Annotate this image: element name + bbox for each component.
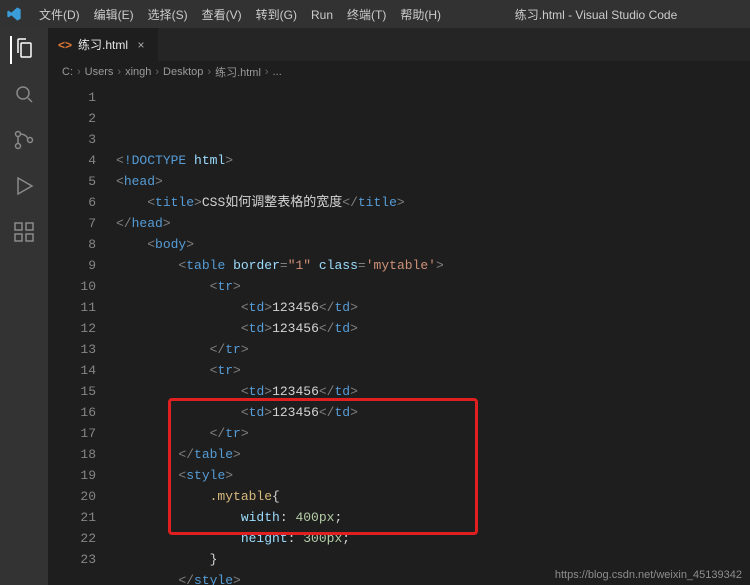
tab-file[interactable]: <> 练习.html × [48, 28, 158, 61]
line-number: 5 [48, 171, 96, 192]
tab-bar: <> 练习.html × [48, 28, 750, 61]
line-number: 23 [48, 549, 96, 570]
menu-item[interactable]: 转到(G) [249, 8, 304, 22]
menu-item[interactable]: 文件(D) [32, 8, 87, 22]
code-line[interactable]: width: 400px; [116, 507, 750, 528]
tab-label: 练习.html [78, 36, 128, 53]
code-line[interactable]: height: 300px; [116, 528, 750, 549]
line-number: 2 [48, 108, 96, 129]
line-number: 13 [48, 339, 96, 360]
menu-bar: 文件(D)编辑(E)选择(S)查看(V)转到(G)Run终端(T)帮助(H) 练… [0, 0, 750, 28]
line-number: 6 [48, 192, 96, 213]
code-line[interactable]: </table> [116, 444, 750, 465]
line-number: 9 [48, 255, 96, 276]
menu-item[interactable]: 终端(T) [340, 8, 393, 22]
extensions-icon[interactable] [12, 220, 36, 248]
breadcrumb[interactable]: C:›Users›xingh›Desktop›练习.html›... [48, 61, 750, 83]
breadcrumb-separator: › [265, 66, 269, 78]
line-number: 10 [48, 276, 96, 297]
line-number: 8 [48, 234, 96, 255]
code-line[interactable]: <td>123456</td> [116, 297, 750, 318]
line-number: 22 [48, 528, 96, 549]
breadcrumb-item[interactable]: xingh [125, 66, 151, 78]
line-number: 14 [48, 360, 96, 381]
vscode-logo-icon [6, 6, 22, 22]
breadcrumb-separator: › [117, 66, 121, 78]
breadcrumb-separator: › [155, 66, 159, 78]
line-number: 15 [48, 381, 96, 402]
search-icon[interactable] [12, 82, 36, 110]
line-number: 12 [48, 318, 96, 339]
source-control-icon[interactable] [12, 128, 36, 156]
line-number: 7 [48, 213, 96, 234]
menu-item[interactable]: 帮助(H) [393, 8, 448, 22]
line-number: 1 [48, 87, 96, 108]
breadcrumb-item[interactable]: ... [273, 66, 282, 78]
breadcrumb-item[interactable]: Desktop [163, 66, 203, 78]
menu-item[interactable]: 选择(S) [141, 8, 195, 22]
code-line[interactable]: <head> [116, 171, 750, 192]
line-number: 11 [48, 297, 96, 318]
code-line[interactable]: <td>123456</td> [116, 381, 750, 402]
breadcrumb-item[interactable]: Users [85, 66, 114, 78]
close-icon[interactable]: × [134, 38, 148, 52]
code-line[interactable]: <style> [116, 465, 750, 486]
window-title: 练习.html - Visual Studio Code [448, 6, 744, 23]
explorer-icon[interactable] [10, 36, 36, 64]
code-line[interactable]: <td>123456</td> [116, 402, 750, 423]
line-number-gutter: 1234567891011121314151617181920212223 [48, 83, 108, 585]
line-number: 21 [48, 507, 96, 528]
html-file-icon: <> [58, 38, 72, 52]
code-line[interactable]: .mytable{ [116, 486, 750, 507]
code-line[interactable]: <body> [116, 234, 750, 255]
code-line[interactable]: <title>CSS如何调整表格的宽度</title> [116, 192, 750, 213]
code-line[interactable]: <td>123456</td> [116, 318, 750, 339]
breadcrumb-separator: › [77, 66, 81, 78]
code-line[interactable]: </tr> [116, 339, 750, 360]
breadcrumb-item[interactable]: 练习.html [215, 64, 261, 80]
line-number: 4 [48, 150, 96, 171]
breadcrumb-item[interactable]: C: [62, 66, 73, 78]
code-lines[interactable]: <!DOCTYPE html><head> <title>CSS如何调整表格的宽… [108, 83, 750, 585]
code-line[interactable]: <tr> [116, 276, 750, 297]
menu-item[interactable]: Run [304, 8, 340, 22]
line-number: 3 [48, 129, 96, 150]
code-line[interactable]: <table border="1" class='mytable'> [116, 255, 750, 276]
editor-area: <> 练习.html × C:›Users›xingh›Desktop›练习.h… [48, 28, 750, 585]
activity-bar [0, 28, 48, 585]
code-editor[interactable]: 1234567891011121314151617181920212223 <!… [48, 83, 750, 585]
menu-item[interactable]: 编辑(E) [87, 8, 141, 22]
code-line[interactable]: } [116, 549, 750, 570]
code-line[interactable]: </head> [116, 213, 750, 234]
code-line[interactable]: <!DOCTYPE html> [116, 150, 750, 171]
run-debug-icon[interactable] [12, 174, 36, 202]
menu-item[interactable]: 查看(V) [195, 8, 249, 22]
line-number: 19 [48, 465, 96, 486]
line-number: 16 [48, 402, 96, 423]
breadcrumb-separator: › [207, 66, 211, 78]
code-line[interactable]: </tr> [116, 423, 750, 444]
line-number: 20 [48, 486, 96, 507]
code-line[interactable]: <tr> [116, 360, 750, 381]
line-number: 17 [48, 423, 96, 444]
line-number: 18 [48, 444, 96, 465]
watermark-text: https://blog.csdn.net/weixin_45139342 [555, 569, 742, 581]
